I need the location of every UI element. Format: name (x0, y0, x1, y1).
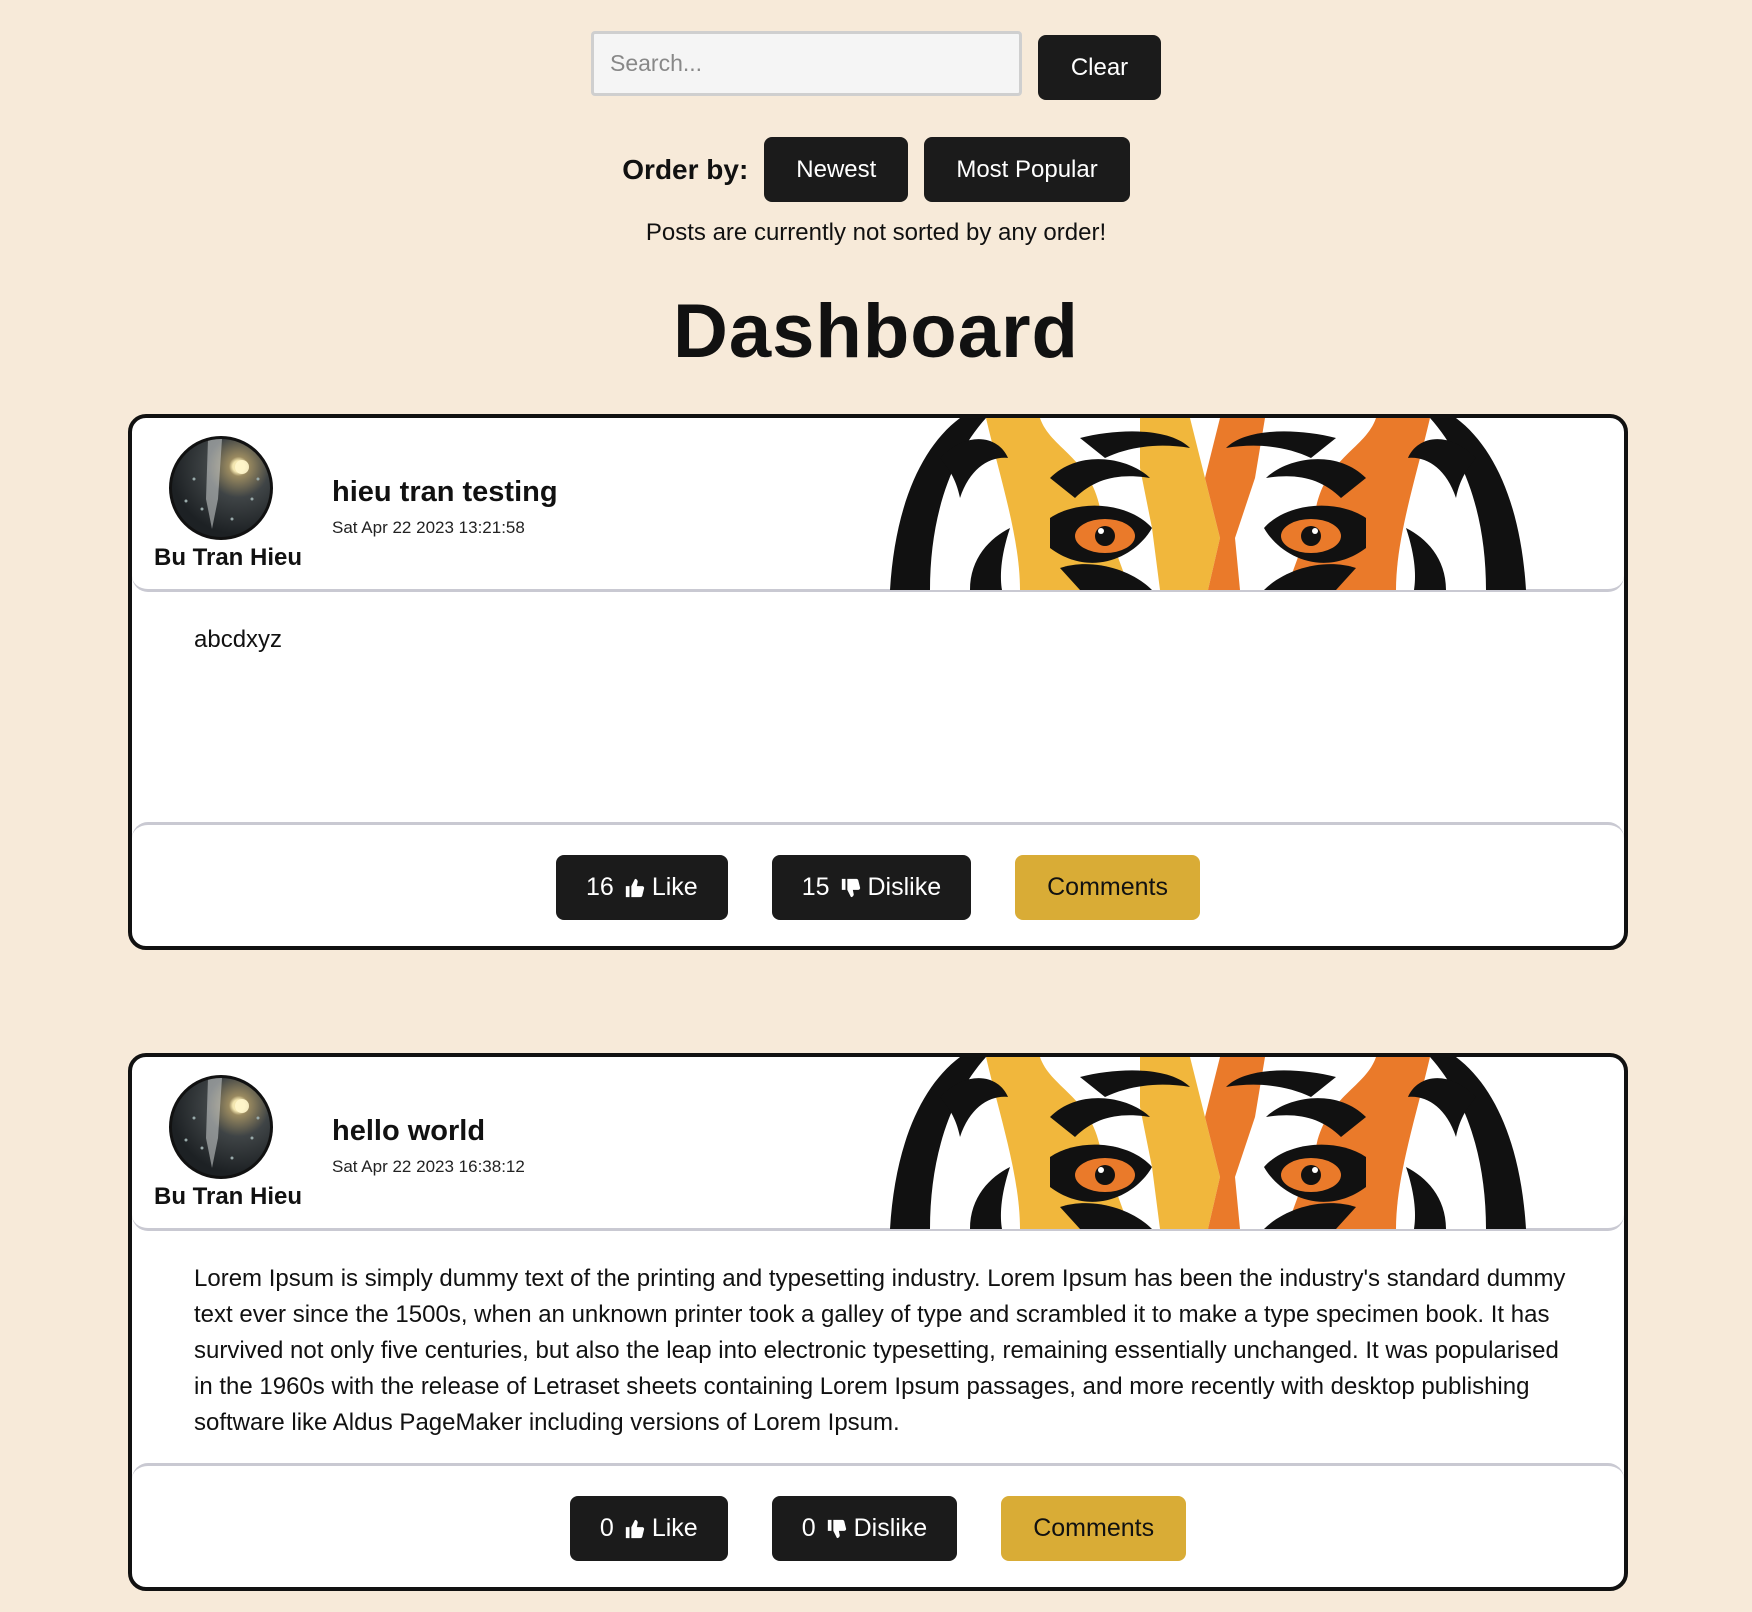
post-date: Sat Apr 22 2023 16:38:12 (332, 1157, 525, 1176)
like-button[interactable]: 0 Like (569, 1496, 728, 1561)
dislike-label: Dislike (853, 1514, 928, 1542)
thumbs-down-icon (841, 878, 860, 897)
thumbs-up-icon (625, 878, 644, 897)
dislike-count: 0 (801, 1514, 816, 1542)
avatar (169, 436, 273, 540)
like-label: Like (651, 873, 698, 901)
post-title[interactable]: hieu tran testing (332, 476, 558, 509)
like-label: Like (651, 1514, 698, 1542)
like-button[interactable]: 16 Like (556, 855, 728, 920)
search-bar: Clear (0, 27, 1752, 100)
avatar (169, 1075, 273, 1179)
dislike-button[interactable]: 0 Dislike (771, 1496, 958, 1561)
post-card: Bu Tran Hieu hieu tran testing Sat Apr 2… (128, 414, 1628, 950)
like-count: 0 (599, 1514, 614, 1542)
post-actions: 0 Like 0 Dislike Comments (132, 1463, 1624, 1587)
post-date: Sat Apr 22 2023 13:21:58 (332, 518, 525, 537)
dislike-button[interactable]: 15 Dislike (771, 855, 972, 920)
post-body: abcdxyz (194, 626, 283, 653)
comments-button[interactable]: Comments (1015, 855, 1200, 920)
order-controls: Order by: Newest Most Popular (0, 137, 1752, 202)
order-newest-button[interactable]: Newest (764, 137, 909, 202)
clear-button[interactable]: Clear (1038, 35, 1161, 100)
dislike-label: Dislike (867, 873, 942, 901)
page-title: Dashboard (673, 289, 1079, 374)
sort-status-text: Posts are currently not sorted by any or… (645, 219, 1107, 246)
author-name: Bu Tran Hieu (153, 1183, 303, 1210)
like-count: 16 (586, 873, 614, 901)
thumbs-down-icon (827, 1519, 846, 1538)
post-body: Lorem Ipsum is simply dummy text of the … (194, 1265, 1566, 1436)
thumbs-up-icon (625, 1519, 644, 1538)
post-header: Bu Tran Hieu hello world Sat Apr 22 2023… (132, 1057, 1624, 1231)
tiger-banner-image (890, 1057, 1526, 1229)
comments-button[interactable]: Comments (1001, 1496, 1187, 1561)
dislike-count: 15 (801, 873, 830, 901)
post-actions: 16 Like 15 Dislike Comments (132, 822, 1624, 946)
post-card: Bu Tran Hieu hello world Sat Apr 22 2023… (128, 1053, 1628, 1591)
post-header: Bu Tran Hieu hieu tran testing Sat Apr 2… (132, 418, 1624, 592)
post-title[interactable]: hello world (332, 1115, 485, 1148)
tiger-banner-image (890, 418, 1526, 590)
author-name: Bu Tran Hieu (153, 544, 303, 571)
search-input[interactable] (591, 31, 1022, 96)
order-by-label: Order by: (622, 153, 749, 185)
order-most-popular-button[interactable]: Most Popular (924, 137, 1130, 202)
